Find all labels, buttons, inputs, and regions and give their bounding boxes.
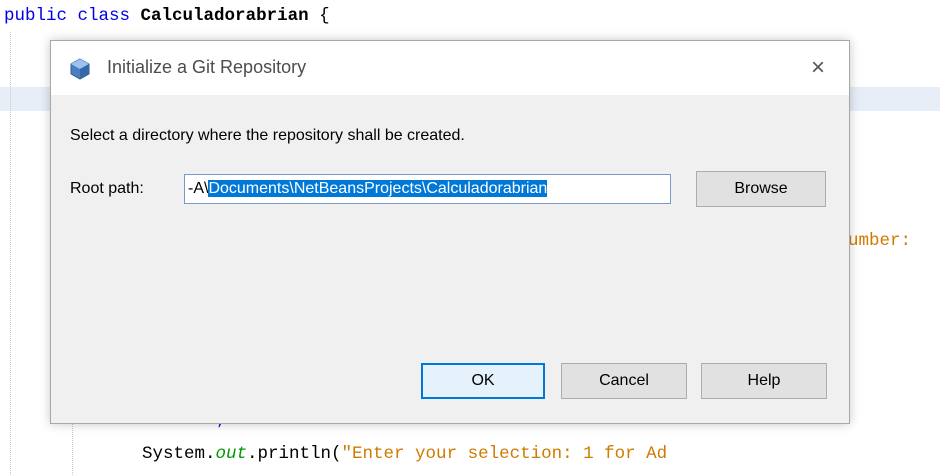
dialog-content: Select a directory where the repository … [51, 95, 849, 423]
indent-guide [10, 32, 11, 475]
help-button[interactable]: Help [701, 363, 827, 399]
root-path-selected-text: Documents\NetBeansProjects\Calculadorabr… [208, 180, 548, 197]
browse-button[interactable]: Browse [696, 171, 826, 207]
git-init-dialog: Initialize a Git Repository × Select a d… [50, 40, 850, 424]
code-text: System. [142, 444, 216, 464]
dialog-title: Initialize a Git Repository [107, 57, 307, 77]
field-out: out [215, 444, 248, 464]
netbeans-cube-icon [69, 58, 91, 80]
close-icon[interactable]: × [801, 51, 835, 85]
string-fragment: umber: [848, 231, 912, 251]
keyword: public class [4, 6, 131, 26]
code-line-class-decl: public class Calculadorabrian { [4, 6, 330, 26]
string-literal: "Enter your selection: 1 for Ad [341, 444, 668, 464]
ok-button[interactable]: OK [421, 363, 545, 399]
cancel-button[interactable]: Cancel [561, 363, 687, 399]
root-path-prefix: -A\ [188, 180, 209, 197]
code-text: .println( [247, 444, 342, 464]
instruction-text: Select a directory where the repository … [70, 127, 465, 144]
brace: { [319, 6, 330, 26]
code-line-fragment: umber: [848, 231, 911, 251]
code-line-println: System.out.println("Enter your selection… [142, 444, 667, 464]
root-path-label: Root path: [70, 180, 144, 197]
dialog-titlebar[interactable]: Initialize a Git Repository × [51, 41, 849, 95]
root-path-input[interactable]: -A\Documents\NetBeansProjects\Calculador… [184, 174, 671, 204]
class-name: Calculadorabrian [140, 6, 309, 26]
